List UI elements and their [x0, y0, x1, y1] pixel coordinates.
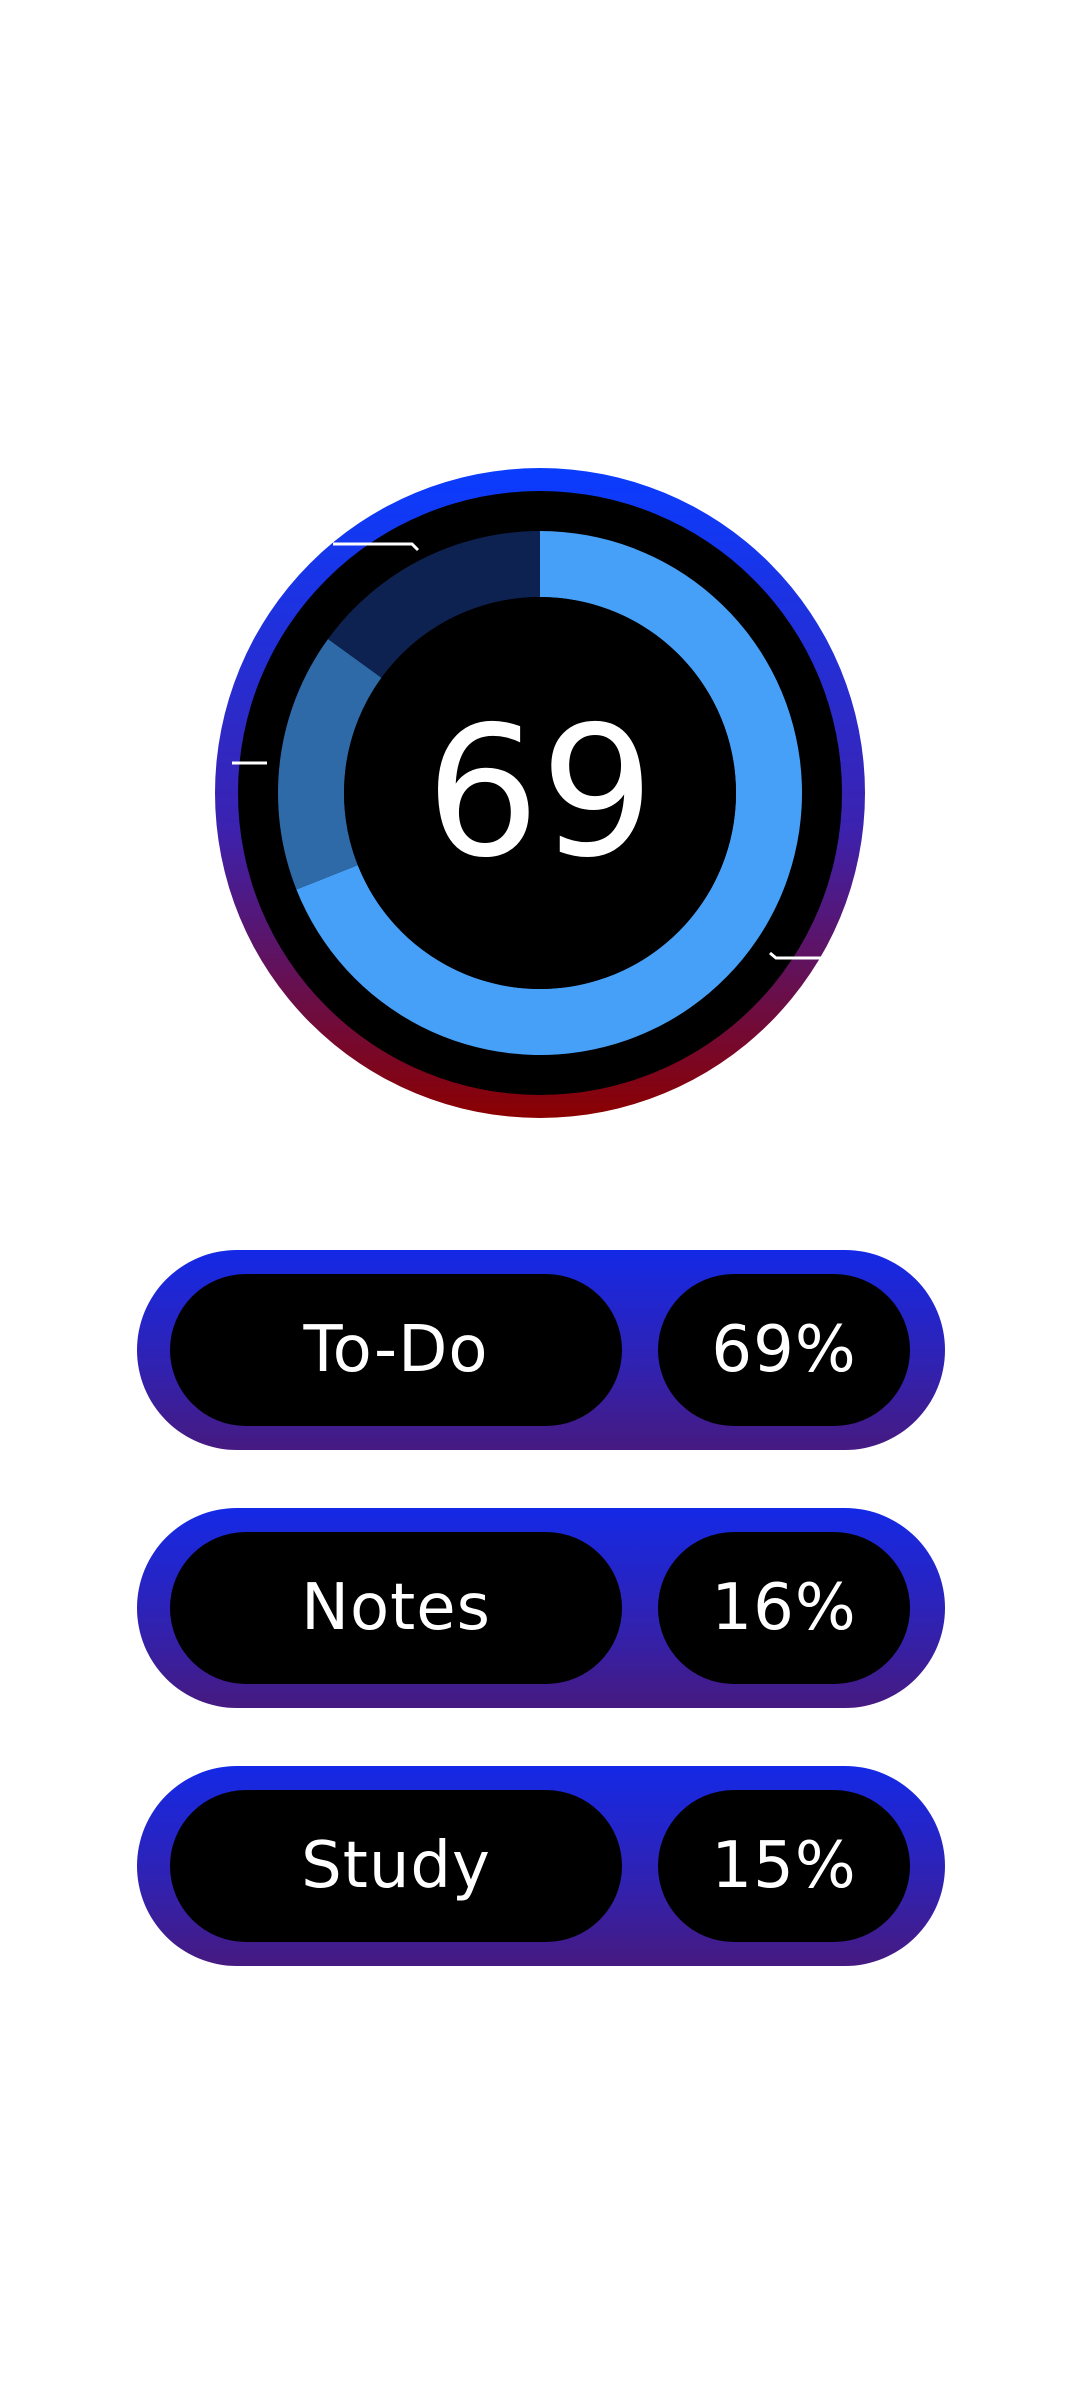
category-name-pill: Study: [170, 1790, 622, 1942]
category-name-pill: To-Do: [170, 1274, 622, 1426]
category-row-todo[interactable]: To-Do 69%: [137, 1250, 945, 1450]
donut-chart: 69: [215, 468, 865, 1118]
donut-center-value: 69: [425, 689, 654, 898]
donut-chart-svg: 69: [215, 468, 865, 1118]
category-percent-pill: 69%: [658, 1274, 910, 1426]
category-percent-pill: 16%: [658, 1532, 910, 1684]
category-percent-pill: 15%: [658, 1790, 910, 1942]
category-name-pill: Notes: [170, 1532, 622, 1684]
category-row-study[interactable]: Study 15%: [137, 1766, 945, 1966]
category-row-notes[interactable]: Notes 16%: [137, 1508, 945, 1708]
